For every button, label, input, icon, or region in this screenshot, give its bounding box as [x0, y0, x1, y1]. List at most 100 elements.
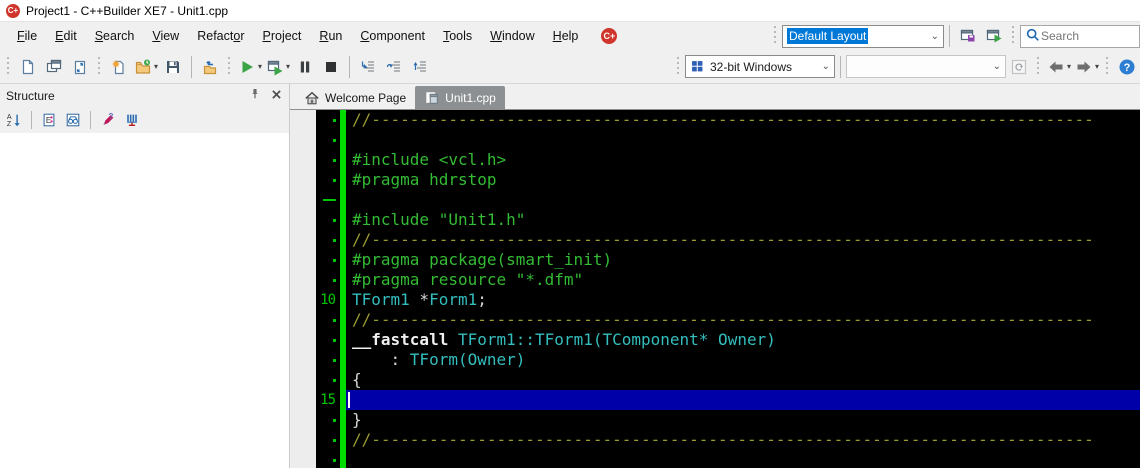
close-icon[interactable] — [270, 88, 283, 104]
gutter[interactable] — [316, 450, 340, 468]
pause-button[interactable] — [292, 54, 318, 80]
navigate-forward-button[interactable]: ▾ — [1073, 54, 1101, 80]
structure-panel-body[interactable] — [0, 133, 289, 468]
tab-welcome-page[interactable]: Welcome Page — [295, 86, 415, 109]
gutter[interactable] — [316, 310, 340, 330]
menu-project[interactable]: Project — [253, 25, 310, 47]
gutter[interactable]: 15 — [316, 390, 340, 410]
code-line-15[interactable]: 15 — [316, 390, 1140, 410]
menu-tools[interactable]: Tools — [434, 25, 481, 47]
code-text[interactable]: #pragma hdrstop — [346, 170, 1140, 190]
menu-refactor[interactable]: Refactor — [188, 25, 253, 47]
new-items-button[interactable] — [15, 54, 41, 80]
code-text[interactable]: #pragma package(smart_init) — [346, 250, 1140, 270]
refresh-devices-button[interactable] — [1006, 54, 1032, 80]
open-file-button[interactable]: ▾ — [132, 54, 160, 80]
code-text[interactable]: //--------------------------------------… — [346, 310, 1140, 330]
step-over-button[interactable] — [381, 54, 407, 80]
code-text[interactable] — [346, 390, 1140, 410]
code-text[interactable] — [346, 190, 1140, 210]
gutter[interactable] — [316, 170, 340, 190]
code-line-17[interactable]: //--------------------------------------… — [316, 430, 1140, 450]
gutter[interactable] — [316, 190, 340, 210]
target-device-combo[interactable]: ⌄ — [845, 55, 1006, 78]
code-line-18[interactable] — [316, 450, 1140, 468]
save-button[interactable] — [160, 54, 186, 80]
navigate-back-button[interactable]: ▾ — [1045, 54, 1073, 80]
toolbar-grip[interactable] — [1104, 56, 1111, 77]
menu-component[interactable]: Component — [351, 25, 434, 47]
menu-search[interactable]: Search — [86, 25, 144, 47]
toolbar-grip[interactable] — [226, 56, 234, 77]
new-file-button[interactable] — [106, 54, 132, 80]
menu-view[interactable]: View — [143, 25, 188, 47]
code-line-10[interactable]: 10 TForm1 *Form1; — [316, 290, 1140, 310]
code-text[interactable]: #pragma resource "*.dfm" — [346, 270, 1140, 290]
code-line-4[interactable]: #pragma hdrstop — [316, 170, 1140, 190]
structure-panel-header[interactable]: Structure — [0, 84, 289, 107]
code-line-7[interactable]: //--------------------------------------… — [316, 230, 1140, 250]
modify-button[interactable]: ? — [96, 109, 120, 131]
pin-icon[interactable] — [248, 87, 262, 104]
gutter[interactable] — [316, 250, 340, 270]
code-line-8[interactable]: #pragma package(smart_init) — [316, 250, 1140, 270]
gutter[interactable] — [316, 210, 340, 230]
ide-search-box[interactable] — [1020, 24, 1140, 48]
explorer-options-button[interactable]: E — [37, 109, 61, 131]
set-debug-desktop-button[interactable] — [981, 23, 1007, 49]
code-line-13[interactable]: : TForm(Owner) — [316, 350, 1140, 370]
menu-file[interactable]: File — [8, 25, 46, 47]
run-button[interactable]: ▾ — [236, 54, 264, 80]
code-text[interactable] — [346, 130, 1140, 150]
gutter[interactable] — [316, 410, 340, 430]
code-editor[interactable]: //--------------------------------------… — [316, 110, 1140, 468]
run-without-debugging-button[interactable]: ▾ — [264, 54, 292, 80]
view-options-button[interactable] — [61, 109, 85, 131]
tab-unit1-cpp[interactable]: Unit1.cpp — [415, 86, 505, 109]
menu-help[interactable]: Help — [544, 25, 588, 47]
gutter[interactable] — [316, 150, 340, 170]
chevron-down-icon[interactable]: ▾ — [154, 62, 158, 71]
chevron-down-icon[interactable]: ▾ — [286, 62, 290, 71]
chevron-down-icon[interactable]: ▾ — [258, 62, 262, 71]
code-text[interactable]: TForm1 *Form1; — [346, 290, 1140, 310]
code-line-3[interactable]: #include <vcl.h> — [316, 150, 1140, 170]
code-line-16[interactable]: } — [316, 410, 1140, 430]
code-text[interactable]: //--------------------------------------… — [346, 110, 1140, 130]
menu-run[interactable]: Run — [310, 25, 351, 47]
chevron-down-icon[interactable]: ▾ — [1067, 62, 1071, 71]
code-text[interactable]: #include "Unit1.h" — [346, 210, 1140, 230]
code-line-6[interactable]: #include "Unit1.h" — [316, 210, 1140, 230]
gutter[interactable] — [316, 130, 340, 150]
toolbar-grip[interactable] — [5, 56, 12, 77]
gutter[interactable] — [316, 270, 340, 290]
gutter[interactable] — [316, 110, 340, 130]
gutter[interactable] — [316, 430, 340, 450]
code-line-14[interactable]: { — [316, 370, 1140, 390]
code-text[interactable]: } — [346, 410, 1140, 430]
toolbar-grip[interactable] — [772, 26, 779, 46]
toolbar-grip[interactable] — [1034, 56, 1042, 77]
trace-into-button[interactable] — [355, 54, 381, 80]
gutter[interactable] — [316, 330, 340, 350]
run-until-return-button[interactable] — [407, 54, 433, 80]
code-line-2[interactable] — [316, 130, 1140, 150]
docking-button[interactable] — [120, 109, 144, 131]
code-text[interactable]: //--------------------------------------… — [346, 430, 1140, 450]
panel-splitter[interactable] — [291, 110, 316, 468]
chevron-down-icon[interactable]: ▾ — [1095, 62, 1099, 71]
gutter[interactable] — [316, 370, 340, 390]
menu-window[interactable]: Window — [481, 25, 543, 47]
code-text[interactable] — [346, 450, 1140, 468]
open-project-button[interactable] — [197, 54, 223, 80]
menu-edit[interactable]: Edit — [46, 25, 86, 47]
desktop-layout-combo[interactable]: Default Layout ⌄ — [782, 24, 944, 48]
program-reset-button[interactable] — [318, 54, 344, 80]
code-text[interactable]: { — [346, 370, 1140, 390]
view-form-button[interactable] — [67, 54, 93, 80]
code-line-5[interactable] — [316, 190, 1140, 210]
gutter[interactable] — [316, 230, 340, 250]
gutter[interactable]: 10 — [316, 290, 340, 310]
code-text[interactable]: __fastcall TForm1::TForm1(TComponent* Ow… — [346, 330, 1140, 350]
gutter[interactable] — [316, 350, 340, 370]
